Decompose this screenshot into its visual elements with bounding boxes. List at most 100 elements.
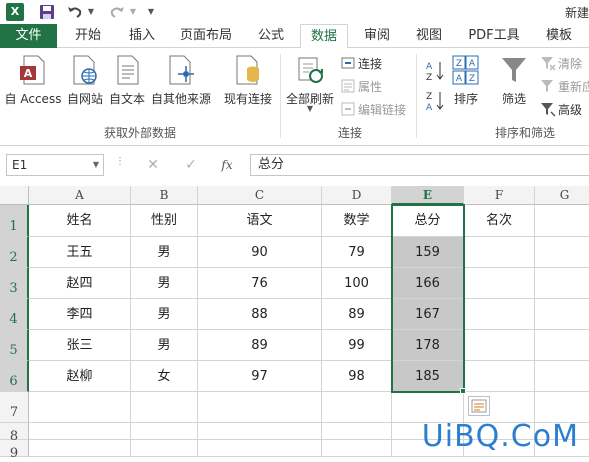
row-header[interactable]: 1 bbox=[0, 205, 29, 237]
cell[interactable] bbox=[131, 423, 198, 440]
column-header[interactable]: B bbox=[131, 186, 198, 205]
cell[interactable] bbox=[131, 440, 198, 457]
redo-dropdown-icon[interactable]: ▼ bbox=[128, 3, 138, 21]
cell[interactable] bbox=[464, 268, 535, 299]
cell[interactable] bbox=[198, 392, 322, 423]
column-header[interactable]: C bbox=[198, 186, 322, 205]
row-header[interactable]: 6 bbox=[0, 361, 29, 392]
advanced-filter-button[interactable]: 高级 bbox=[540, 100, 582, 120]
cell[interactable]: 男 bbox=[131, 299, 198, 330]
cell[interactable] bbox=[535, 299, 589, 330]
row-header[interactable]: 8 bbox=[0, 423, 29, 444]
row-header[interactable]: 9 bbox=[0, 440, 29, 461]
from-web-button[interactable]: 自网站 bbox=[64, 48, 106, 118]
column-header[interactable]: F bbox=[464, 186, 535, 205]
cell[interactable]: 76 bbox=[198, 268, 322, 299]
cell[interactable] bbox=[535, 268, 589, 299]
undo-icon[interactable] bbox=[66, 3, 84, 21]
cell[interactable]: 178 bbox=[392, 330, 464, 361]
cell[interactable]: 89 bbox=[198, 330, 322, 361]
cell[interactable]: 姓名 bbox=[29, 205, 131, 237]
cell[interactable]: 性别 bbox=[131, 205, 198, 237]
formula-input[interactable]: 总分 bbox=[250, 154, 589, 176]
column-header[interactable]: A bbox=[29, 186, 131, 205]
row-header[interactable]: 2 bbox=[0, 237, 29, 268]
cell[interactable]: 男 bbox=[131, 268, 198, 299]
cell[interactable]: 赵柳 bbox=[29, 361, 131, 392]
tab-formulas[interactable]: 公式 bbox=[248, 24, 294, 48]
reapply-button[interactable]: 重新应 bbox=[540, 77, 589, 97]
column-header[interactable]: E bbox=[392, 186, 464, 205]
sort-descending-button[interactable]: ZA bbox=[424, 88, 446, 114]
cell[interactable] bbox=[322, 423, 392, 440]
cell[interactable]: 185 bbox=[392, 361, 464, 392]
tab-review[interactable]: 审阅 bbox=[354, 24, 400, 48]
redo-icon[interactable] bbox=[108, 3, 126, 21]
cell[interactable]: 李四 bbox=[29, 299, 131, 330]
cell[interactable]: 女 bbox=[131, 361, 198, 392]
tab-data[interactable]: 数据 bbox=[300, 24, 348, 49]
cell[interactable] bbox=[535, 330, 589, 361]
fill-handle[interactable] bbox=[460, 388, 466, 394]
customize-qat-icon[interactable]: ▼ bbox=[146, 3, 156, 21]
quick-analysis-icon[interactable] bbox=[468, 396, 490, 416]
cell[interactable]: 89 bbox=[322, 299, 392, 330]
tab-templates[interactable]: 模板 bbox=[534, 24, 584, 48]
cell[interactable]: 男 bbox=[131, 237, 198, 268]
name-box[interactable]: E1 ▼ bbox=[6, 154, 104, 176]
row-header[interactable]: 4 bbox=[0, 299, 29, 330]
cell[interactable]: 张三 bbox=[29, 330, 131, 361]
cell[interactable] bbox=[322, 392, 392, 423]
cell[interactable] bbox=[464, 330, 535, 361]
cell[interactable]: 王五 bbox=[29, 237, 131, 268]
from-text-button[interactable]: 自文本 bbox=[106, 48, 148, 118]
cell[interactable] bbox=[131, 392, 198, 423]
cell[interactable]: 97 bbox=[198, 361, 322, 392]
cell[interactable]: 79 bbox=[322, 237, 392, 268]
cell[interactable] bbox=[535, 361, 589, 392]
cell[interactable]: 名次 bbox=[464, 205, 535, 237]
row-header[interactable]: 5 bbox=[0, 330, 29, 361]
cell[interactable] bbox=[535, 205, 589, 237]
enter-icon[interactable]: ✓ bbox=[180, 155, 202, 175]
tab-file[interactable]: 文件 bbox=[0, 24, 57, 48]
cell[interactable]: 数学 bbox=[322, 205, 392, 237]
column-header[interactable]: G bbox=[535, 186, 589, 205]
cell[interactable] bbox=[322, 440, 392, 457]
sort-button[interactable]: ZAAZ 排序 bbox=[448, 48, 484, 118]
properties-button[interactable]: 属性 bbox=[340, 77, 382, 97]
from-access-button[interactable]: A 自 Access bbox=[2, 48, 64, 118]
cell[interactable]: 语文 bbox=[198, 205, 322, 237]
cancel-icon[interactable]: ✕ bbox=[142, 155, 164, 175]
tab-page-layout[interactable]: 页面布局 bbox=[172, 24, 240, 48]
cell[interactable] bbox=[29, 423, 131, 440]
tab-pdf-tools[interactable]: PDF工具 bbox=[462, 24, 526, 48]
cell[interactable]: 100 bbox=[322, 268, 392, 299]
tab-insert[interactable]: 插入 bbox=[118, 24, 166, 48]
cell[interactable]: 166 bbox=[392, 268, 464, 299]
cell[interactable] bbox=[464, 361, 535, 392]
cell[interactable]: 总分 bbox=[392, 205, 464, 237]
cell[interactable] bbox=[29, 440, 131, 457]
existing-connections-button[interactable]: 现有连接 bbox=[220, 48, 276, 118]
cell[interactable] bbox=[535, 237, 589, 268]
select-all-corner[interactable] bbox=[0, 186, 29, 205]
cell[interactable]: 90 bbox=[198, 237, 322, 268]
refresh-all-button[interactable]: 全部刷新 ▼ bbox=[284, 48, 336, 118]
formula-bar-splitter[interactable]: ⋮ bbox=[115, 156, 125, 167]
edit-links-button[interactable]: 编辑链接 bbox=[340, 100, 406, 120]
name-box-dropdown-icon[interactable]: ▼ bbox=[93, 155, 99, 175]
cell[interactable]: 男 bbox=[131, 330, 198, 361]
cell[interactable] bbox=[198, 423, 322, 440]
column-header[interactable]: D bbox=[322, 186, 392, 205]
clear-filter-button[interactable]: 清除 bbox=[540, 54, 582, 74]
row-header[interactable]: 3 bbox=[0, 268, 29, 299]
cell[interactable]: 赵四 bbox=[29, 268, 131, 299]
connections-button[interactable]: 连接 bbox=[340, 54, 382, 74]
tab-home[interactable]: 开始 bbox=[62, 24, 114, 48]
undo-dropdown-icon[interactable]: ▼ bbox=[86, 3, 96, 21]
sort-ascending-button[interactable]: AZ bbox=[424, 58, 446, 84]
insert-function-icon[interactable]: fx bbox=[216, 155, 238, 175]
filter-button[interactable]: 筛选 bbox=[494, 48, 534, 118]
cell[interactable]: 98 bbox=[322, 361, 392, 392]
